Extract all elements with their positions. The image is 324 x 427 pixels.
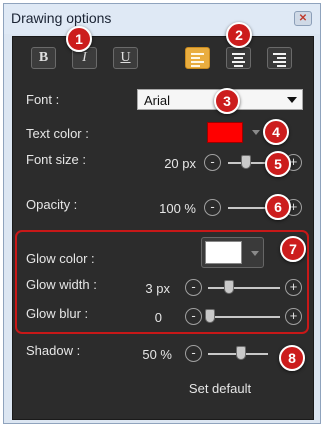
glow-width-slider-track[interactable] (208, 287, 280, 289)
set-default-button[interactable]: Set default (182, 381, 258, 399)
text-color-label: Text color : (26, 126, 89, 141)
glow-color-swatch[interactable] (205, 241, 242, 264)
annotation-badge-7: 7 (280, 236, 306, 262)
underline-button[interactable]: U (113, 47, 138, 69)
annotation-badge-2: 2 (226, 22, 252, 48)
title-bar: Drawing options ✕ (4, 4, 320, 34)
bold-button[interactable]: B (31, 47, 56, 69)
font-size-label: Font size : (26, 152, 86, 167)
glow-width-value: 3 px (145, 281, 170, 296)
annotation-badge-4: 4 (263, 119, 289, 145)
shadow-label: Shadow : (26, 343, 81, 358)
annotation-badge-8: 8 (279, 345, 305, 371)
text-color-swatch[interactable] (207, 122, 243, 143)
glow-blur-slider-track[interactable] (208, 316, 280, 318)
font-label: Font : (26, 92, 60, 107)
annotation-badge-3: 3 (214, 88, 240, 114)
glow-width-label: Glow width : (26, 277, 97, 292)
align-center-button[interactable] (226, 47, 251, 69)
annotation-badge-5: 5 (265, 151, 291, 177)
glow-width-decrease-button[interactable]: - (185, 279, 202, 296)
align-left-button[interactable] (185, 47, 210, 69)
font-size-slider-thumb[interactable] (241, 155, 251, 169)
font-select-value: Arial (144, 93, 171, 108)
glow-blur-value: 0 (154, 310, 162, 325)
shadow-slider-thumb[interactable] (236, 346, 246, 360)
align-right-button[interactable] (267, 47, 292, 69)
close-icon: ✕ (298, 13, 308, 24)
glow-blur-increase-button[interactable]: + (285, 308, 302, 325)
chevron-down-icon (287, 97, 297, 103)
shadow-value: 50 % (142, 347, 172, 362)
font-size-decrease-button[interactable]: - (204, 154, 221, 171)
opacity-decrease-button[interactable]: - (204, 199, 221, 216)
font-size-value: 20 px (164, 156, 196, 171)
chevron-down-icon[interactable] (252, 130, 260, 135)
shadow-decrease-button[interactable]: - (185, 345, 202, 362)
close-button[interactable]: ✕ (294, 11, 312, 26)
glow-blur-decrease-button[interactable]: - (185, 308, 202, 325)
glow-color-label: Glow color : (26, 251, 95, 266)
annotation-badge-6: 6 (265, 194, 291, 220)
glow-width-increase-button[interactable]: + (285, 279, 302, 296)
opacity-label: Opacity : (26, 197, 78, 212)
glow-blur-label: Glow blur : (26, 306, 89, 321)
annotation-badge-1: 1 (66, 26, 92, 52)
glow-blur-slider-thumb[interactable] (205, 309, 215, 323)
window-title: Drawing options (11, 10, 112, 26)
chevron-down-icon[interactable] (251, 251, 259, 256)
glow-width-slider-thumb[interactable] (224, 280, 234, 294)
opacity-value: 100 % (159, 201, 196, 216)
